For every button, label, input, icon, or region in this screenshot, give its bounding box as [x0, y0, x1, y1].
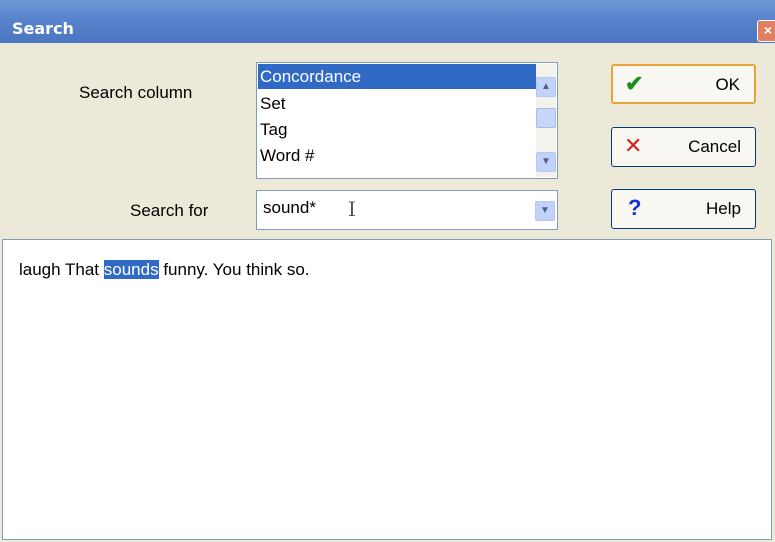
search-for-dropdown-button[interactable]: ▼ [535, 201, 555, 221]
window-title: Search [12, 19, 74, 38]
ok-button-label: OK [715, 75, 740, 94]
question-icon: ? [628, 195, 642, 220]
help-button[interactable]: ? Help [611, 189, 756, 229]
list-item-word-number[interactable]: Word # [260, 143, 538, 161]
result-line: laugh That sounds funny. You think so. [19, 260, 310, 280]
checkmark-icon: ✔ [625, 71, 644, 96]
list-item-concordance[interactable]: Concordance [258, 64, 538, 89]
chevron-down-icon: ▼ [541, 156, 551, 167]
list-item-tag[interactable]: Tag [260, 117, 538, 142]
search-for-label: Search for [130, 201, 209, 220]
search-column-listbox[interactable]: Concordance Set Tag Word # ▲ ▼ [256, 62, 558, 179]
cancel-button[interactable]: ✕ Cancel [611, 127, 756, 167]
search-column-label: Search column [79, 83, 193, 102]
chevron-up-icon: ▲ [541, 81, 551, 92]
search-for-input[interactable]: sound* [263, 198, 316, 218]
result-text-after: funny. You think so. [158, 260, 310, 279]
chevron-down-icon: ▼ [540, 205, 550, 216]
list-item-set[interactable]: Set [260, 91, 538, 116]
scroll-down-button[interactable]: ▼ [536, 152, 556, 172]
text-cursor-icon: I [348, 197, 356, 221]
close-icon: × [763, 22, 773, 38]
search-dialog: Search × Search column Concordance Set T… [0, 0, 775, 542]
result-text-area[interactable]: laugh That sounds funny. You think so. [2, 239, 772, 540]
cancel-button-label: Cancel [688, 137, 741, 156]
scroll-thumb[interactable] [536, 108, 556, 128]
close-button[interactable]: × [757, 20, 775, 42]
x-icon: ✕ [624, 133, 643, 158]
result-text-before: laugh That [19, 260, 104, 279]
ok-button[interactable]: ✔ OK [611, 64, 756, 104]
search-match-highlight: sounds [103, 260, 159, 279]
title-bar[interactable]: Search × [0, 0, 775, 43]
search-for-combobox[interactable]: sound* I ▼ [256, 190, 558, 230]
scroll-up-button[interactable]: ▲ [536, 77, 556, 97]
listbox-scrollbar[interactable]: ▲ ▼ [536, 64, 556, 177]
help-button-label: Help [706, 199, 741, 218]
